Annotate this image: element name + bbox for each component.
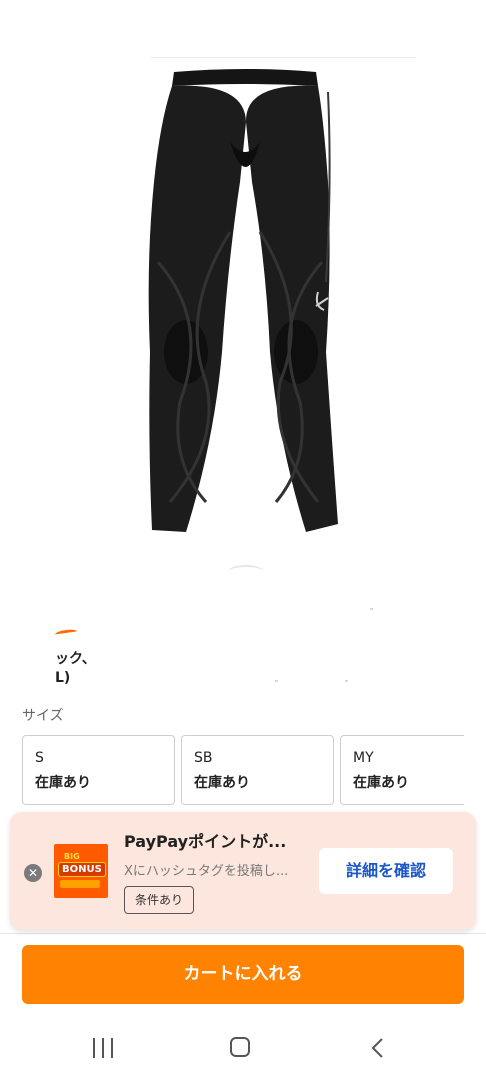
promo-banner[interactable]: ✕ BIG BONUS PayPayポイントが... Xにハッシュタグを投稿し.… <box>10 812 476 930</box>
recent-apps-icon[interactable] <box>93 1038 117 1058</box>
product-title-line-1: ック、 <box>55 651 96 667</box>
artifact-speck <box>370 608 373 610</box>
size-stock: 在庫あり <box>353 775 409 791</box>
artifact-speck <box>345 680 348 682</box>
size-options: S 在庫あり SB 在庫あり MY 在庫あり <box>22 735 464 805</box>
add-to-cart-button[interactable]: カートに入れる <box>22 945 464 1004</box>
close-icon[interactable]: ✕ <box>24 864 42 882</box>
size-name: MY <box>353 750 374 766</box>
system-navbar <box>0 1020 486 1080</box>
product-image[interactable] <box>110 62 380 542</box>
promo-thumbnail: BIG BONUS <box>54 844 108 898</box>
size-name: S <box>35 750 44 766</box>
size-option-s[interactable]: S 在庫あり <box>22 735 175 805</box>
product-image-area <box>0 0 486 560</box>
size-stock: 在庫あり <box>194 775 250 791</box>
image-top-divider <box>150 57 416 58</box>
product-page: ック、 L) サイズ S 在庫あり SB 在庫あり MY 在庫あり ｼﾘｰｽﾞ … <box>0 0 486 1080</box>
size-option-sb[interactable]: SB 在庫あり <box>181 735 334 805</box>
size-label: サイズ <box>22 708 64 724</box>
promo-title: PayPayポイントが... <box>124 832 287 851</box>
back-icon[interactable] <box>370 1037 384 1059</box>
product-title-line-2: L) <box>55 670 71 686</box>
condition-badge[interactable]: 条件あり <box>124 886 195 914</box>
brand-mark-icon <box>54 628 78 638</box>
home-icon[interactable] <box>230 1037 250 1057</box>
size-stock: 在庫あり <box>35 775 91 791</box>
promo-thumb-text-main: BONUS <box>58 862 106 877</box>
promo-thumb-text-top: BIG <box>64 852 80 861</box>
size-name: SB <box>194 750 213 766</box>
carousel-indicator <box>228 565 264 579</box>
detail-button[interactable]: 詳細を確認 <box>319 848 453 894</box>
size-option-my[interactable]: MY 在庫あり <box>340 735 464 805</box>
promo-subtitle: Xにハッシュタグを投稿し... <box>124 864 289 879</box>
promo-thumb-ribbon <box>60 880 100 888</box>
artifact-speck <box>275 680 278 682</box>
divider <box>0 933 486 934</box>
